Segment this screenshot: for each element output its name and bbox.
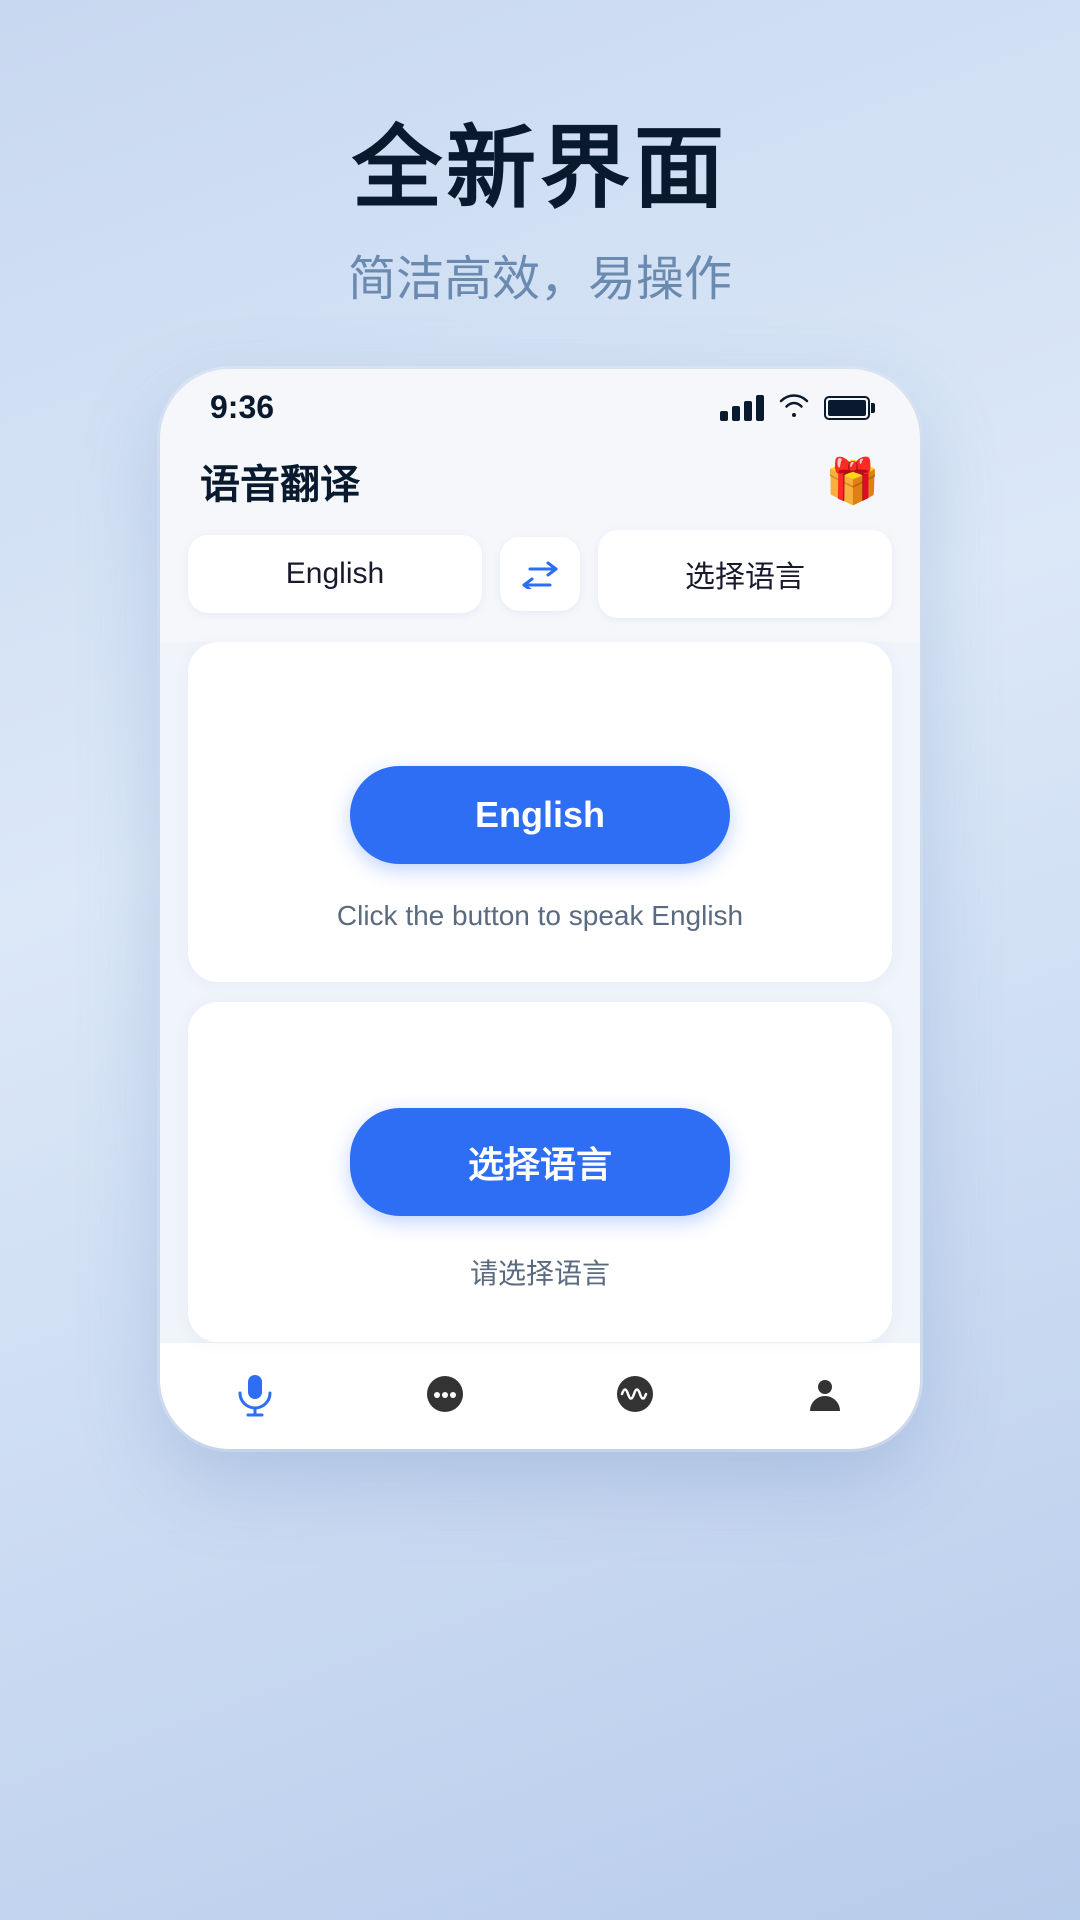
content-area: English Click the button to speak Englis… xyxy=(160,642,920,1342)
signal-icon xyxy=(720,395,764,421)
swap-language-button[interactable] xyxy=(500,537,580,611)
nav-item-wave[interactable] xyxy=(582,1371,688,1417)
source-translation-panel: English Click the button to speak Englis… xyxy=(188,642,892,982)
nav-item-profile[interactable] xyxy=(772,1371,878,1417)
source-language-button[interactable]: English xyxy=(188,535,482,613)
phone-shell: 9:36 语音翻译 🎁 English xyxy=(160,369,920,1449)
app-title: 语音翻译 xyxy=(200,452,360,510)
mic-icon xyxy=(232,1371,278,1417)
wifi-icon xyxy=(778,391,810,424)
speak-target-button[interactable]: 选择语言 xyxy=(350,1108,730,1216)
status-icons xyxy=(720,391,870,424)
hero-subtitle: 简洁高效，易操作 xyxy=(348,239,732,309)
person-icon xyxy=(802,1371,848,1417)
gift-icon[interactable]: 🎁 xyxy=(825,455,880,507)
bottom-navigation xyxy=(160,1342,920,1449)
wave-icon xyxy=(612,1371,658,1417)
status-bar: 9:36 xyxy=(160,369,920,436)
nav-item-chat[interactable] xyxy=(392,1371,498,1417)
target-language-button[interactable]: 选择语言 xyxy=(598,530,892,618)
target-translation-panel: 选择语言 请选择语言 xyxy=(188,1002,892,1342)
hero-section: 全新界面 简洁高效，易操作 xyxy=(348,120,732,309)
chat-icon xyxy=(422,1371,468,1417)
speak-english-hint: Click the button to speak English xyxy=(337,900,743,932)
speak-target-hint: 请选择语言 xyxy=(470,1252,610,1292)
battery-icon xyxy=(824,396,870,420)
language-selector-row: English 选择语言 xyxy=(160,530,920,642)
hero-title: 全新界面 xyxy=(348,120,732,219)
speak-english-button[interactable]: English xyxy=(350,766,730,864)
nav-item-mic[interactable] xyxy=(202,1371,308,1417)
app-header: 语音翻译 🎁 xyxy=(160,436,920,530)
status-time: 9:36 xyxy=(210,389,274,426)
